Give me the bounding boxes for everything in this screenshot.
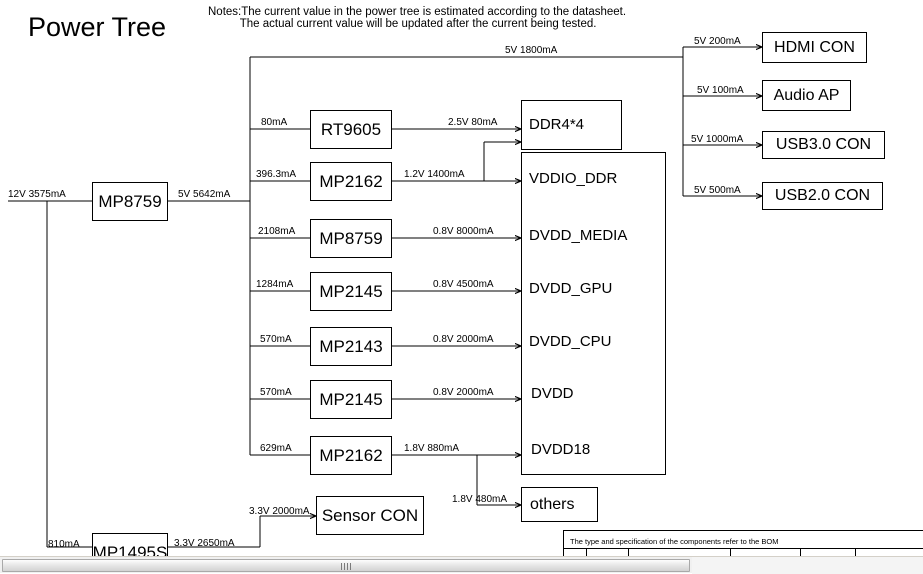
table-frag-left-rule: [563, 530, 564, 556]
scrollbar-thumb[interactable]: [2, 559, 690, 572]
table-frag-bottom-rule: [563, 548, 923, 549]
wire-label-12v-input: 12V 3575mA: [8, 189, 66, 200]
connector-box-sensor[interactable]: Sensor CON: [316, 496, 424, 535]
regulator-box-rt9605[interactable]: RT9605: [310, 110, 392, 149]
wire-label-out-0v8-gpu: 0.8V 4500mA: [433, 279, 494, 290]
regulator-box-mp2162-1v8[interactable]: MP2162: [310, 436, 392, 475]
page-title: Power Tree: [28, 12, 167, 42]
wire-label-others-in: 1.8V 480mA: [452, 494, 508, 505]
regulator-box-mp2145-gpu[interactable]: MP2145: [310, 272, 392, 311]
power-tree-canvas: Power Tree Notes:The current value in th…: [0, 0, 923, 574]
wire-label-in-mp2143-cpu: 570mA: [260, 334, 292, 345]
wire-label-in-mp2162-1v8: 629mA: [260, 443, 292, 454]
connector-box-usb2[interactable]: USB2.0 CON: [762, 182, 883, 210]
wire-label-in-mp1495s: 810mA: [48, 539, 80, 550]
connector-box-usb3[interactable]: USB3.0 CON: [762, 131, 885, 159]
rail-label-dvdd-media: DVDD_MEDIA: [529, 227, 628, 244]
regulator-box-mp2162-1v2[interactable]: MP2162: [310, 162, 392, 201]
table-frag-top-rule: [563, 530, 923, 531]
wire-label-hdmi: 5V 200mA: [694, 36, 741, 47]
wire-label-out-1v2: 1.2V 1400mA: [404, 169, 465, 180]
regulator-box-mp2143-cpu[interactable]: MP2143: [310, 327, 392, 366]
connector-label: USB2.0 CON: [774, 187, 871, 204]
wire-label-5v-main-out: 5V 5642mA: [178, 189, 231, 200]
wire-label-out-0v8-media: 0.8V 8000mA: [433, 226, 494, 237]
wire-label-in-rt9605: 80mA: [261, 117, 288, 128]
notes-line-1: Notes:The current value in the power tre…: [208, 6, 627, 18]
connector-label: HDMI CON: [774, 38, 855, 56]
connector-label: Audio AP: [773, 86, 840, 104]
wire-label-audio: 5V 100mA: [697, 85, 744, 96]
regulator-label: MP2145: [319, 282, 383, 301]
notes-line-2: The actual current value will be updated…: [208, 18, 597, 30]
regulator-label: MP8759: [319, 229, 383, 248]
wire-label-sensor-3v3: 3.3V 2000mA: [249, 506, 310, 517]
connector-box-hdmi[interactable]: HDMI CON: [762, 32, 867, 63]
others-label: others: [530, 495, 575, 513]
wire-label-out-0v8-dvdd: 0.8V 2000mA: [433, 387, 494, 398]
regulator-box-main-mp8759[interactable]: MP8759: [92, 182, 168, 221]
wire-label-in-mp2145-gpu: 1284mA: [256, 279, 294, 290]
bom-note: The type and specification of the compon…: [570, 537, 779, 546]
regulator-label: MP8759: [98, 192, 162, 211]
wire-label-out-0v8-cpu: 0.8V 2000mA: [433, 334, 494, 345]
rail-label-vddio-ddr: VDDIO_DDR: [529, 170, 618, 187]
regulator-label: MP2145: [319, 390, 383, 409]
wire-label-out-1v8: 1.8V 880mA: [404, 443, 460, 454]
rail-box-soc[interactable]: [521, 152, 666, 475]
regulator-label: RT9605: [320, 120, 382, 139]
wire-label-in-mp2145-dvdd: 570mA: [260, 387, 292, 398]
regulator-label: MP2143: [319, 337, 383, 356]
regulator-box-mp2145-dvdd[interactable]: MP2145: [310, 380, 392, 419]
wire-label-out-3v3: 3.3V 2650mA: [174, 538, 235, 549]
scrollbar-grip-icon: [341, 563, 351, 570]
wire-label-5v-bus: 5V 1800mA: [505, 45, 558, 56]
connector-box-audio-ap[interactable]: Audio AP: [762, 80, 851, 111]
regulator-box-mp8759-0v8[interactable]: MP8759: [310, 219, 392, 258]
wire-label-in-mp8759-0v8: 2108mA: [258, 226, 296, 237]
regulator-label: MP2162: [319, 172, 383, 191]
connector-label: USB3.0 CON: [775, 136, 872, 153]
wire-label-in-mp2162-1v2: 396.3mA: [256, 169, 297, 180]
regulator-label: MP2162: [319, 446, 383, 465]
wire-label-usb3: 5V 1000mA: [691, 134, 744, 145]
wire-label-out-2v5: 2.5V 80mA: [448, 117, 498, 128]
scrollbar-track[interactable]: [692, 557, 923, 574]
rail-label-dvdd: DVDD: [531, 385, 574, 402]
rail-label-dvdd18: DVDD18: [531, 441, 591, 458]
horizontal-scrollbar[interactable]: [0, 556, 923, 574]
rail-label-dvdd-gpu: DVDD_GPU: [529, 280, 613, 297]
rail-label-dvdd-cpu: DVDD_CPU: [529, 333, 612, 350]
others-box[interactable]: others: [521, 487, 598, 522]
rail-label-ddr4: DDR4*4: [529, 116, 585, 133]
wire-label-usb2: 5V 500mA: [694, 185, 741, 196]
connector-label: Sensor CON: [321, 506, 419, 525]
